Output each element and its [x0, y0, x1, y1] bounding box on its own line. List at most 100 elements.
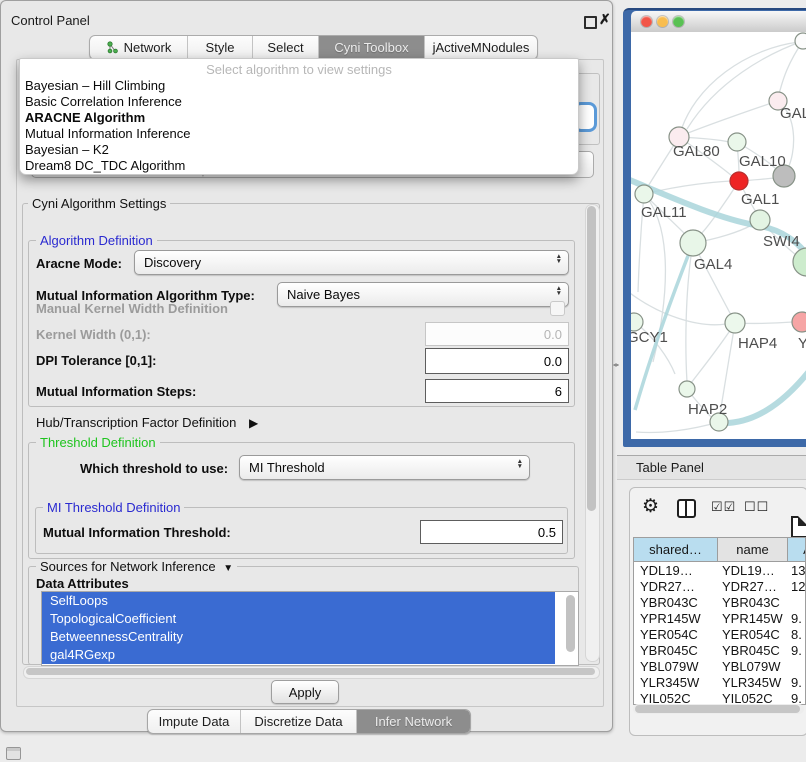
pane-splitter-handle[interactable]: [612, 360, 620, 370]
mi-steps-value: 6: [555, 384, 562, 399]
data-attribute-item[interactable]: SelfLoops: [42, 592, 555, 610]
table-cell: YBL079W: [718, 659, 788, 674]
table-row[interactable]: YBL079WYBL079W: [634, 658, 805, 674]
algorithm-popup-item[interactable]: ARACNE Algorithm: [20, 110, 578, 126]
table-cell: 9.: [788, 675, 806, 690]
column-header[interactable]: A: [788, 538, 806, 562]
table-row[interactable]: YIL052CYIL052C9.: [634, 690, 805, 705]
tab-select[interactable]: Select: [253, 36, 319, 59]
table-cell: 9.: [788, 643, 806, 658]
network-edge[interactable]: [691, 323, 735, 383]
kernel-width-field[interactable]: 0.0: [425, 322, 569, 346]
data-attribute-item[interactable]: TopologicalCoefficient: [42, 610, 555, 628]
close-icon[interactable]: ✗: [599, 11, 611, 28]
algorithm-popup-item[interactable]: Bayesian – K2: [20, 142, 578, 158]
column-view-icon[interactable]: [677, 499, 696, 518]
list-vscrollbar-thumb[interactable]: [566, 595, 575, 652]
kernel-width-value: 0.0: [544, 327, 562, 342]
node-label: GCY1: [631, 329, 668, 346]
sources-title-row[interactable]: Sources for Network Inference ▼: [36, 559, 237, 574]
tab-cyni-toolbox[interactable]: Cyni Toolbox: [319, 36, 425, 59]
data-attribute-item[interactable]: gal4RGexp: [42, 646, 555, 664]
algorithm-popup-item[interactable]: Mutual Information Inference: [20, 126, 578, 142]
network-node-swi4[interactable]: [750, 210, 770, 230]
expanded-arrow-icon[interactable]: ▼: [223, 563, 233, 574]
minimize-traffic-light[interactable]: [657, 16, 668, 27]
table-hscrollbar-track[interactable]: [633, 704, 804, 714]
apply-button[interactable]: Apply: [271, 680, 339, 704]
settings-vscrollbar-thumb[interactable]: [587, 206, 596, 511]
tab-discretize-data[interactable]: Discretize Data: [241, 710, 357, 733]
close-traffic-light[interactable]: [641, 16, 652, 27]
network-node-gal4[interactable]: [680, 230, 706, 256]
zoom-traffic-light[interactable]: [673, 16, 684, 27]
algorithm-popup-item[interactable]: Bayesian – Hill Climbing: [20, 78, 578, 94]
network-edge[interactable]: [636, 422, 719, 433]
tab-network[interactable]: Network: [90, 36, 188, 59]
network-node[interactable]: [793, 248, 806, 276]
manual-kernel-checkbox[interactable]: [550, 301, 565, 316]
checked-pair-icon[interactable]: ☑☑: [711, 499, 736, 515]
network-node-y[interactable]: [792, 312, 806, 332]
tab-label: Style: [206, 40, 235, 55]
float-window-icon[interactable]: [584, 16, 597, 29]
algorithm-popup-item[interactable]: Basic Correlation Inference: [20, 94, 578, 110]
network-edge[interactable]: [679, 42, 799, 137]
network-node[interactable]: [795, 33, 806, 49]
dpi-tolerance-value: 0.0: [544, 354, 562, 369]
table-row[interactable]: YER054CYER054C8.: [634, 626, 805, 642]
window-title: Control Panel: [11, 13, 90, 28]
dpi-tolerance-field[interactable]: 0.0: [425, 348, 569, 374]
collapsed-arrow-icon[interactable]: ▶: [249, 416, 258, 430]
algorithm-popup-item[interactable]: Select algorithm to view settings: [20, 62, 578, 78]
table-row[interactable]: YBR045CYBR045C9.: [634, 642, 805, 658]
gear-icon[interactable]: ⚙: [642, 497, 659, 516]
column-header[interactable]: name: [718, 538, 788, 562]
mi-algorithm-type-combobox[interactable]: Naive Bayes ▲▼: [277, 282, 569, 307]
which-threshold-combobox[interactable]: MI Threshold ▲▼: [239, 455, 530, 480]
table-row[interactable]: YDL19…YDL19…13: [634, 562, 805, 578]
node-table[interactable]: shared…nameA YDL19…YDL19…13YDR27…YDR27…1…: [633, 537, 806, 705]
settings-hscrollbar-track[interactable]: [23, 666, 600, 679]
settings-hscrollbar-thumb[interactable]: [26, 668, 595, 675]
table-row[interactable]: YBR043CYBR043C: [634, 594, 805, 610]
table-cell: 9.: [788, 611, 806, 626]
network-node-hap4[interactable]: [725, 313, 745, 333]
hub-section-toggle[interactable]: Hub/Transcription Factor Definition ▶: [36, 415, 258, 430]
tab-style[interactable]: Style: [188, 36, 253, 59]
data-attribute-item[interactable]: BetweennessCentrality: [42, 628, 555, 646]
table-cell: 9.: [788, 691, 806, 706]
algorithm-popup-item[interactable]: Dream8 DC_TDC Algorithm: [20, 158, 578, 174]
control-panel-tabbar: Network Style Select Cyni Toolbox jActiv…: [89, 35, 538, 60]
mi-steps-field[interactable]: 6: [425, 379, 569, 403]
network-node-gal1[interactable]: [730, 172, 748, 190]
mutual-information-threshold-field[interactable]: 0.5: [420, 520, 563, 544]
table-cell: YIL052C: [634, 691, 718, 706]
mutual-information-threshold-label: Mutual Information Threshold:: [43, 525, 231, 540]
table-row[interactable]: YPR145WYPR145W9.: [634, 610, 805, 626]
table-row[interactable]: YLR345WYLR345W9.: [634, 674, 805, 690]
tab-infer-network[interactable]: Infer Network: [357, 710, 470, 733]
network-canvas[interactable]: GAL7GAL80GAL10GAL1GAL11SWI4GAL4GCY1HAP4Y…: [631, 32, 806, 439]
table-cell: 13: [788, 563, 806, 578]
network-node-hap2[interactable]: [679, 381, 695, 397]
node-label: GAL7: [780, 105, 806, 122]
network-node-gal11[interactable]: [635, 185, 653, 203]
new-table-icon[interactable]: [791, 516, 806, 538]
network-edge[interactable]: [631, 290, 726, 325]
column-header[interactable]: shared…: [634, 538, 718, 562]
table-hscrollbar-thumb[interactable]: [635, 705, 800, 713]
tab-jactivemnodules[interactable]: jActiveMNodules: [425, 36, 537, 59]
minimized-window-icon[interactable]: [6, 747, 21, 760]
unchecked-pair-icon[interactable]: ☐☐: [744, 499, 769, 515]
network-edge[interactable]: [688, 101, 778, 133]
network-edge[interactable]: [686, 243, 693, 382]
network-node-gal10[interactable]: [728, 133, 746, 151]
table-body: YDL19…YDL19…13YDR27…YDR27…12YBR043CYBR04…: [634, 562, 805, 705]
network-edge-highlighted[interactable]: [719, 370, 806, 423]
aracne-mode-combobox[interactable]: Discovery ▲▼: [134, 250, 569, 275]
tab-impute-data[interactable]: Impute Data: [148, 710, 241, 733]
data-attributes-list[interactable]: SelfLoopsTopologicalCoefficientBetweenne…: [41, 591, 579, 666]
table-row[interactable]: YDR27…YDR27…12: [634, 578, 805, 594]
network-window-titlebar[interactable]: [631, 11, 806, 33]
